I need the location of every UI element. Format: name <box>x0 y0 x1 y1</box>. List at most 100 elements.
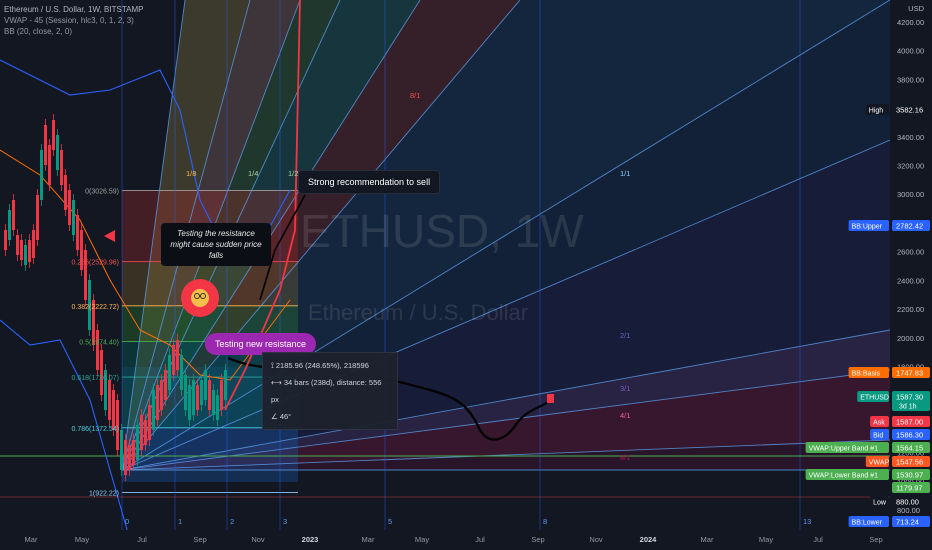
y-tick-label: 2200.00 <box>897 305 924 314</box>
x-tick-label: Mar <box>362 535 375 544</box>
cycle-label: 5 <box>388 517 392 526</box>
candle-body <box>200 380 203 405</box>
price-tag-text: 3582.16 <box>896 106 923 115</box>
candle-body <box>48 145 51 185</box>
watermark-symbol: ETHUSD, 1W <box>300 205 584 257</box>
candle-body <box>32 230 35 258</box>
price-tag-text: 880.00 <box>896 498 919 507</box>
price-chart[interactable]: 0 1 2 3 5 8 13 ETHUSD, 1W Ethereum / U.S. Doll… <box>0 0 932 550</box>
candle-body <box>120 430 123 470</box>
price-tag-label: Ask <box>873 420 885 427</box>
x-tick-label: Nov <box>589 535 603 544</box>
cycle-label: 13 <box>803 517 811 526</box>
left-arrow-marker <box>104 230 115 242</box>
y-tick-label: 4000.00 <box>897 47 924 56</box>
gann-label: 1/8 <box>186 169 196 178</box>
candle-body <box>108 380 111 420</box>
price-tag-text: 1179.97 <box>896 484 923 493</box>
candle-body <box>224 370 227 400</box>
price-tag-label: Bid <box>873 433 883 440</box>
candle-body <box>136 425 139 460</box>
y-tick-label: 2400.00 <box>897 276 924 285</box>
price-tag-label: VWAP:Upper Band #1 <box>809 446 878 453</box>
candle-body <box>44 125 47 165</box>
cycle-label: 8 <box>543 517 547 526</box>
candle-body <box>204 370 207 400</box>
x-tick-label: May <box>759 535 773 544</box>
candle-body <box>144 420 147 445</box>
measure-bars: 34 bars (238d), distance: 556 px <box>271 378 382 404</box>
candle-body <box>212 390 215 415</box>
note-resistance[interactable]: Testing the resistance might cause sudde… <box>161 223 271 266</box>
y-tick-label: 3400.00 <box>897 133 924 142</box>
y-tick-label: 2000.00 <box>897 334 924 343</box>
gann-label: 1/1 <box>620 169 630 178</box>
candle-body <box>64 175 67 210</box>
x-tick-label: Jul <box>475 535 485 544</box>
price-tag-label: BB:Basis <box>852 371 881 378</box>
candle-body <box>140 415 143 450</box>
legend-bb: BB (20, close, 2, 0) <box>4 27 73 36</box>
candle-body <box>216 395 219 420</box>
y-tick-label: 800.00 <box>897 506 920 515</box>
x-tick-label: Sep <box>531 535 544 544</box>
candle-body <box>128 445 131 470</box>
candle-body <box>156 385 159 420</box>
candle-body <box>124 440 127 475</box>
candle-body <box>220 380 223 410</box>
candle-body <box>36 195 39 240</box>
x-tick-label: Sep <box>869 535 882 544</box>
candle-body <box>16 235 19 255</box>
candle-body <box>152 390 155 430</box>
x-tick-label: 2023 <box>302 535 319 544</box>
cycle-label: 3 <box>283 517 287 526</box>
gann-label: 4/1 <box>620 411 630 420</box>
candle-body <box>52 120 55 150</box>
gann-label: 3/1 <box>620 384 630 393</box>
measure-price: 2185.96 (248.65%), 218596 <box>275 361 369 370</box>
x-tick-label: Nov <box>251 535 265 544</box>
x-tick-label: May <box>415 535 429 544</box>
price-tag-text: 1747.83 <box>896 369 923 378</box>
candle-body <box>184 375 187 410</box>
candle-body <box>40 150 43 200</box>
price-tag-label: VWAP <box>869 460 890 467</box>
x-tick-label: Mar <box>701 535 714 544</box>
candle-body <box>172 345 175 375</box>
cycle-label: 1 <box>178 517 182 526</box>
candle-body <box>56 135 59 170</box>
candle-body <box>208 380 211 410</box>
candle-body <box>72 200 75 235</box>
measure-angle: 46° <box>279 412 292 421</box>
fib-label: 0.382(2222.72) <box>72 304 119 311</box>
y-tick-label: 2600.00 <box>897 248 924 257</box>
price-tag-sub: 3d 1h <box>899 404 917 411</box>
candle-body <box>68 190 71 225</box>
candle-body <box>160 380 163 410</box>
y-tick-label: 3800.00 <box>897 75 924 84</box>
cycle-label: 2 <box>230 517 234 526</box>
fib-label: 0(3026.59) <box>85 188 119 195</box>
candle-body <box>168 355 171 390</box>
bars-range-icon: ⟷ <box>271 378 284 387</box>
y-tick-label: 3200.00 <box>897 162 924 171</box>
price-tag-label: ETHUSD <box>860 395 889 402</box>
candle-body <box>84 250 87 300</box>
candle-body <box>176 340 179 370</box>
gann-label: 8/1 <box>410 91 420 100</box>
candle-body <box>76 215 79 250</box>
legend-vwap: VWAP - 45 (Session, hlc3, 0, 1, 2, 3) <box>4 16 134 25</box>
candle-body <box>180 355 183 390</box>
candle-body <box>4 230 7 250</box>
fib-label: 0.786(1372.54) <box>72 426 119 433</box>
x-tick-label: Jul <box>137 535 147 544</box>
x-tick-label: Jul <box>813 535 823 544</box>
candle-body <box>164 370 167 400</box>
x-tick-label: May <box>75 535 89 544</box>
candle-body <box>20 240 23 260</box>
price-tag-text: 713.24 <box>896 518 919 527</box>
chart-legend: Ethereum / U.S. Dollar, 1W, BITSTAMP VWA… <box>4 4 143 37</box>
callout-sell[interactable]: Strong recommendation to sell <box>298 170 441 194</box>
price-tag-text: 1586.30 <box>896 431 923 440</box>
gann-label: 8/1 <box>620 453 630 462</box>
